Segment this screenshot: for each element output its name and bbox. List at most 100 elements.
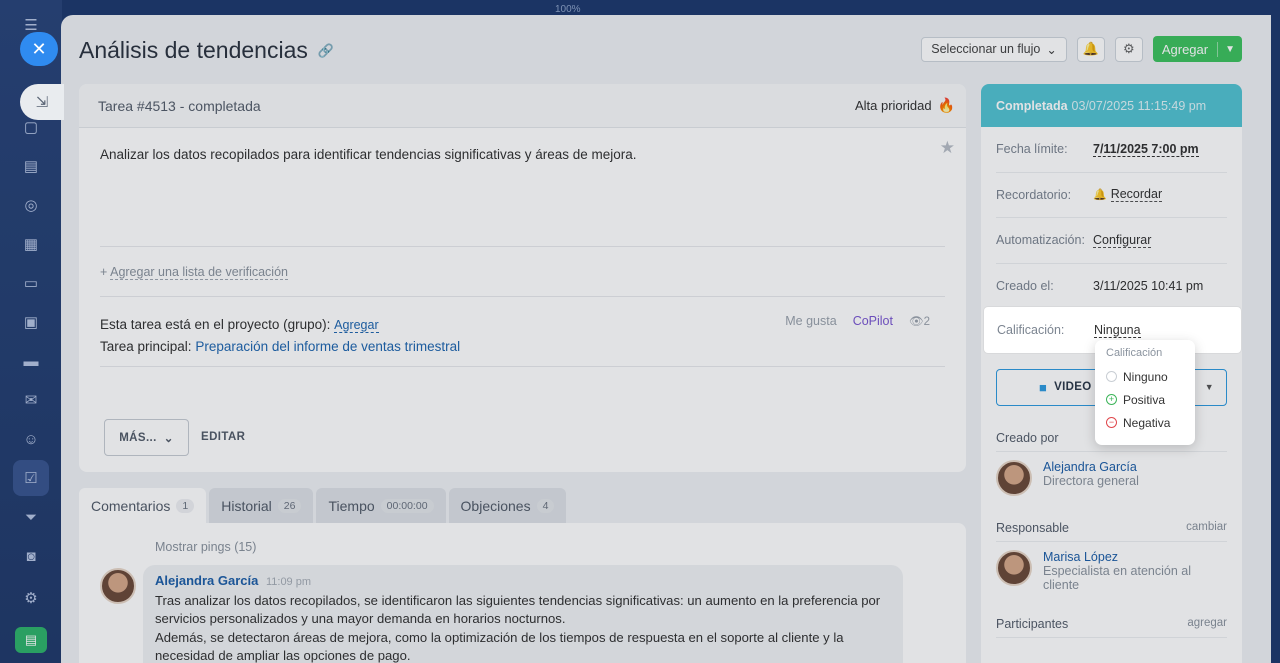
flow-select[interactable]: Seleccionar un flujo ⌄ [921, 36, 1067, 62]
tab-count: 4 [536, 498, 555, 513]
tab-history[interactable]: Historial 26 [209, 488, 314, 523]
star-icon[interactable]: ★ [940, 138, 955, 158]
page-title: Análisis de tendencias [79, 37, 308, 63]
copy-link-icon[interactable]: 🔗 [318, 43, 334, 59]
add-button-label: Agregar [1153, 41, 1219, 57]
groups-icon[interactable]: ◎ [20, 194, 42, 216]
reminder-row: Recordatorio: 🔔 Recordar [996, 173, 1227, 218]
camera-icon: ■ [1039, 379, 1048, 395]
divider [100, 246, 945, 247]
add-checklist-link[interactable]: + Agregar una lista de verificación [100, 265, 288, 280]
rating-option-none[interactable]: Ninguno [1106, 365, 1184, 388]
documents-icon[interactable]: ▭ [20, 272, 42, 294]
rating-option-positive[interactable]: + Positiva [1106, 388, 1184, 411]
priority-toggle[interactable]: Alta prioridad 🔥 [855, 97, 955, 114]
copilot-button[interactable]: CoPilot [853, 314, 893, 328]
option-label: Ninguno [1123, 369, 1168, 384]
tab-objections[interactable]: Objeciones 4 [448, 488, 567, 523]
notification-bell-button[interactable]: 🔔 [1076, 36, 1105, 62]
task-card: Tarea #4513 - completada Alta prioridad … [79, 84, 966, 472]
market-icon[interactable]: ▤ [15, 627, 47, 653]
tab-count: 00:00:00 [380, 498, 434, 513]
robot-icon[interactable]: ◙ [20, 545, 42, 567]
section-title: Creado por [996, 430, 1059, 445]
automation-link[interactable]: Configurar [1093, 233, 1152, 248]
show-pings-link[interactable]: Mostrar pings (15) [155, 540, 256, 554]
project-label: Esta tarea está en el proyecto (grupo): [100, 317, 331, 332]
avatar[interactable] [996, 459, 1032, 496]
close-slider-button[interactable]: ✕ [20, 32, 58, 66]
eye-icon: 👁 [908, 316, 924, 328]
comment-bubble: Alejandra García 11:09 pm Tras analizar … [143, 565, 903, 663]
edit-button[interactable]: EDITAR [201, 431, 245, 443]
divider [100, 296, 945, 297]
views-count: 2 [923, 316, 930, 328]
bell-icon: 🔔 [1093, 189, 1107, 202]
more-button[interactable]: MÁS... ⌄ [104, 419, 189, 456]
row-key: Recordatorio: [996, 187, 1072, 202]
avatar[interactable] [100, 568, 136, 604]
like-button[interactable]: Me gusta [785, 314, 836, 328]
chevron-down-icon[interactable]: ▼ [1218, 44, 1242, 55]
minimize-slider-icon[interactable]: ⇲ [20, 84, 64, 120]
flame-icon: 🔥 [937, 97, 955, 113]
task-description: Analizar los datos recopilados para iden… [100, 147, 637, 162]
settings-icon[interactable]: ⚙ [20, 587, 42, 609]
rating-value[interactable]: Ninguna [1094, 323, 1141, 338]
popup-title: Calificación [1106, 347, 1163, 359]
responsible-card: Marisa López Especialista en atención al… [996, 549, 1227, 592]
tab-comments[interactable]: Comentarios 1 [79, 488, 207, 523]
status-label: Completada [996, 98, 1068, 113]
comment-text: Además, se detectaron áreas de mejora, c… [155, 629, 844, 663]
rating-popup: Calificación Ninguno + Positiva − Negati… [1095, 340, 1195, 445]
crm-icon[interactable]: ⏷ [20, 506, 42, 528]
row-key: Calificación: [997, 323, 1065, 337]
views-counter: 👁2 [909, 314, 930, 328]
automation-row: Automatización: Configurar [996, 218, 1227, 264]
drive-icon[interactable]: ▬ [20, 350, 42, 372]
status-header: Completada 03/07/2025 11:15:49 pm [981, 84, 1242, 127]
row-key: Fecha límite: [996, 142, 1068, 157]
option-label: Positiva [1123, 392, 1166, 407]
chevron-down-icon: ⌄ [163, 432, 174, 445]
add-button[interactable]: Agregar ▼ [1152, 36, 1242, 62]
tab-time[interactable]: Tiempo 00:00:00 [316, 488, 446, 523]
mail-icon[interactable]: ✉ [20, 389, 42, 411]
comment-time: 11:09 pm [265, 576, 312, 588]
add-project-link[interactable]: Agregar [334, 318, 379, 333]
minus-circle-icon: − [1106, 417, 1117, 428]
option-label: Negativa [1123, 415, 1171, 430]
creator-role: Directora general [1043, 473, 1139, 488]
avatar[interactable] [996, 549, 1032, 586]
bell-icon: 🔔 [1082, 41, 1099, 56]
tab-label: Comentarios [91, 497, 171, 514]
parent-task-label: Tarea principal: [100, 339, 192, 354]
responsible-name[interactable]: Marisa López [1043, 550, 1193, 564]
settings-button[interactable]: ⚙ [1114, 36, 1143, 62]
rating-option-negative[interactable]: − Negativa [1106, 411, 1184, 434]
tab-label: Historial [221, 497, 272, 514]
change-responsible-link[interactable]: cambiar [1186, 521, 1227, 535]
comment-text: Tras analizar los datos recopilados, se … [155, 592, 881, 627]
add-participants-link[interactable]: agregar [1187, 617, 1227, 631]
tasks-icon[interactable]: ☑ [20, 467, 42, 489]
contacts-icon[interactable]: ☺ [20, 428, 42, 450]
comment-author[interactable]: Alejandra García [155, 573, 258, 588]
deadline-row: Fecha límite: 7/11/2025 7:00 pm [996, 127, 1227, 173]
divider [100, 366, 945, 367]
task-tabs: Comentarios 1 Historial 26 Tiempo 00:00:… [79, 488, 567, 523]
section-title: Responsable [996, 520, 1069, 535]
row-key: Automatización: [996, 233, 1085, 248]
participants-section: Participantes agregar [996, 617, 1227, 638]
board-icon[interactable]: ▣ [20, 311, 42, 333]
feed-icon[interactable]: ▤ [20, 155, 42, 177]
calendar-icon[interactable]: ▦ [20, 233, 42, 255]
responsible-section: Responsable cambiar [996, 521, 1227, 542]
deadline-value[interactable]: 7/11/2025 7:00 pm [1093, 142, 1199, 157]
reminder-link[interactable]: Recordar [1110, 187, 1163, 203]
add-checklist-label: Agregar una lista de verificación [110, 265, 288, 280]
creator-name[interactable]: Alejandra García [1043, 460, 1139, 474]
parent-task-link[interactable]: Preparación del informe de ventas trimes… [195, 339, 460, 354]
plus-sign: + [100, 265, 108, 279]
chevron-down-icon[interactable]: ▼ [1205, 382, 1214, 392]
